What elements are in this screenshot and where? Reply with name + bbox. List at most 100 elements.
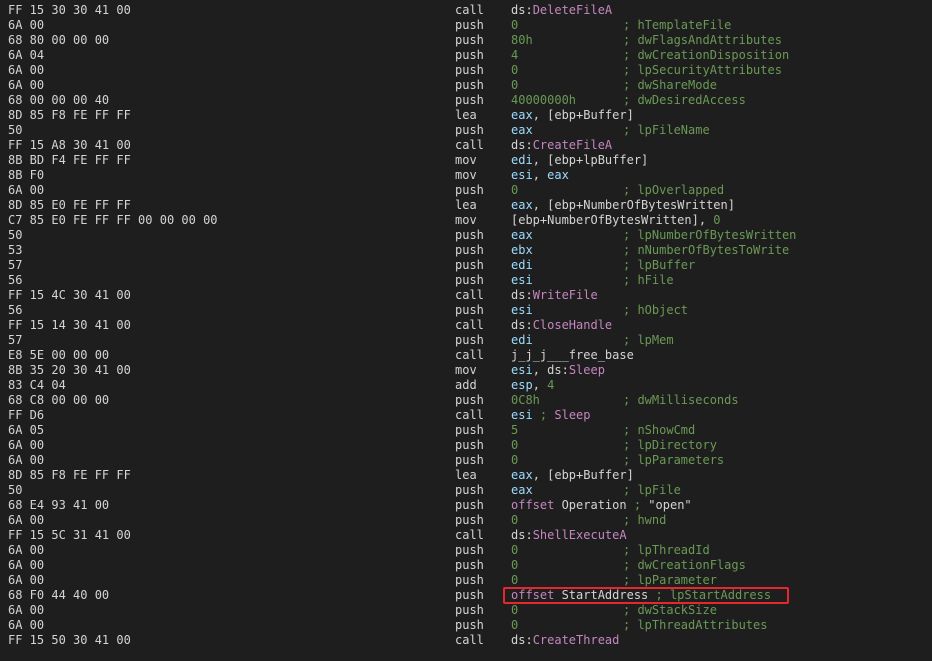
- opcode-bytes: 6A 04: [8, 48, 45, 62]
- code-line[interactable]: 6A 00 push 0 ; dwShareMode: [0, 78, 932, 93]
- instruction-operands: edi: [511, 333, 533, 348]
- code-line[interactable]: 6A 04 push 4 ; dwCreationDisposition: [0, 48, 932, 63]
- code-line[interactable]: FF 15 14 30 41 00 call ds:CloseHandle: [0, 318, 932, 333]
- code-line[interactable]: 8B 35 20 30 41 00 mov esi, ds:Sleep: [0, 363, 932, 378]
- code-line[interactable]: 50 push eax ; lpFile: [0, 483, 932, 498]
- instruction-operands: eax: [511, 483, 533, 498]
- code-line[interactable]: 50 push eax ; lpNumberOfBytesWritten: [0, 228, 932, 243]
- operand-token: ds:: [511, 528, 533, 542]
- instruction-operands: 0: [511, 453, 518, 468]
- code-line[interactable]: E8 5E 00 00 00 call j_j_j___free_base: [0, 348, 932, 363]
- code-line[interactable]: 83 C4 04 add esp, 4: [0, 378, 932, 393]
- code-line[interactable]: 6A 05 push 5 ; nShowCmd: [0, 423, 932, 438]
- instruction-comment: ; dwFlagsAndAttributes: [623, 33, 782, 47]
- code-line[interactable]: FF 15 50 30 41 00 call ds:CreateThread: [0, 633, 932, 648]
- code-line[interactable]: FF D6 call esi ; Sleep: [0, 408, 932, 423]
- operand-token: eax: [547, 168, 569, 182]
- operand-token: CreateFileA: [532, 138, 613, 152]
- operand-token: ebx: [511, 243, 533, 257]
- code-line[interactable]: 8B BD F4 FE FF FF mov edi, [ebp+lpBuffer]: [0, 153, 932, 168]
- code-line[interactable]: 68 C8 00 00 00 push 0C8h ; dwMilliseconds: [0, 393, 932, 408]
- code-line[interactable]: 8B F0 mov esi, eax: [0, 168, 932, 183]
- operand-token: [ebp+NumberOfBytesWritten],: [511, 213, 714, 227]
- code-line[interactable]: FF 15 5C 31 41 00 call ds:ShellExecuteA: [0, 528, 932, 543]
- code-line[interactable]: 6A 00 push 0 ; lpThreadId: [0, 543, 932, 558]
- instruction-operands: 4: [511, 48, 518, 63]
- operand-token: ;: [532, 408, 555, 422]
- code-line[interactable]: 6A 00 push 0 ; dwCreationFlags: [0, 558, 932, 573]
- code-line[interactable]: 68 80 00 00 00 push 80h ; dwFlagsAndAttribu…: [0, 33, 932, 48]
- instruction-mnemonic: push: [455, 618, 484, 632]
- code-line[interactable]: 57 push edi ; lpMem: [0, 333, 932, 348]
- instruction-mnemonic: push: [455, 543, 484, 557]
- instruction-mnemonic: call: [455, 288, 484, 302]
- instruction-comment: ; dwDesiredAccess: [623, 93, 746, 107]
- code-line[interactable]: 6A 00 push 0 ; lpSecurityAttributes: [0, 63, 932, 78]
- opcode-bytes: 68 F0 44 40 00: [8, 588, 110, 602]
- code-line[interactable]: 6A 00 push 0 ; lpThreadAttributes: [0, 618, 932, 633]
- operand-token: ds:: [511, 3, 533, 17]
- instruction-mnemonic: push: [455, 303, 484, 317]
- opcode-bytes: 6A 00: [8, 543, 45, 557]
- code-line[interactable]: 68 F0 44 40 00 push offset StartAddress ; …: [0, 588, 932, 603]
- operand-token: esi: [511, 273, 533, 287]
- operand-token: ds:: [511, 288, 533, 302]
- instruction-mnemonic: push: [455, 483, 484, 497]
- code-line[interactable]: 53 push ebx ; nNumberOfBytesToWrite: [0, 243, 932, 258]
- opcode-bytes: FF 15 50 30 41 00: [8, 633, 131, 647]
- instruction-mnemonic: call: [455, 318, 484, 332]
- code-line[interactable]: 8D 85 F8 FE FF FF lea eax, [ebp+Buffer]: [0, 108, 932, 123]
- code-line[interactable]: 6A 00 push 0 ; dwStackSize: [0, 603, 932, 618]
- code-line[interactable]: 6A 00 push 0 ; lpOverlapped: [0, 183, 932, 198]
- code-line[interactable]: 6A 00 push 0 ; hTemplateFile: [0, 18, 932, 33]
- opcode-bytes: 50: [8, 228, 23, 242]
- instruction-operands: [ebp+NumberOfBytesWritten], 0: [511, 213, 721, 228]
- code-line[interactable]: 6A 00 push 0 ; hwnd: [0, 513, 932, 528]
- code-line[interactable]: 68 E4 93 41 00 push offset Operation ; "op…: [0, 498, 932, 513]
- instruction-operands: 0: [511, 513, 518, 528]
- operand-token: StartAddress: [561, 588, 649, 602]
- instruction-operands: edi: [511, 258, 533, 273]
- instruction-mnemonic: push: [455, 228, 484, 242]
- instruction-operands: esi: [511, 303, 533, 318]
- code-line[interactable]: 68 00 00 00 40 push 40000000h ; dwDesiredAc…: [0, 93, 932, 108]
- code-line[interactable]: 50 push eax ; lpFileName: [0, 123, 932, 138]
- operand-token: eax: [511, 483, 533, 497]
- code-line[interactable]: C7 85 E0 FE FF FF 00 00 00 00 mov [ebp+Num…: [0, 213, 932, 228]
- instruction-operands: esp, 4: [511, 378, 554, 393]
- instruction-comment: ; hObject: [623, 303, 689, 317]
- instruction-operands: 0C8h: [511, 393, 540, 408]
- code-line[interactable]: 8D 85 F8 FE FF FF lea eax, [ebp+Buffer]: [0, 468, 932, 483]
- instruction-operands: j_j_j___free_base: [511, 348, 634, 363]
- opcode-bytes: 57: [8, 258, 23, 272]
- instruction-operands: eax, [ebp+Buffer]: [511, 468, 634, 483]
- code-line[interactable]: FF 15 A8 30 41 00 call ds:CreateFileA: [0, 138, 932, 153]
- code-line[interactable]: 6A 00 push 0 ; lpDirectory: [0, 438, 932, 453]
- operand-token: 0: [511, 618, 519, 632]
- instruction-operands: 0: [511, 543, 518, 558]
- instruction-operands: 40000000h: [511, 93, 576, 108]
- code-line[interactable]: FF 15 30 30 41 00 call ds:DeleteFileA: [0, 3, 932, 18]
- code-line[interactable]: 6A 00 push 0 ; lpParameters: [0, 453, 932, 468]
- opcode-bytes: 50: [8, 483, 23, 497]
- code-line[interactable]: 8D 85 E0 FE FF FF lea eax, [ebp+NumberOfBy…: [0, 198, 932, 213]
- opcode-bytes: 6A 00: [8, 513, 45, 527]
- code-line[interactable]: 56 push esi ; hObject: [0, 303, 932, 318]
- instruction-operands: offset StartAddress ; lpStartAddress: [511, 588, 771, 603]
- instruction-mnemonic: call: [455, 528, 484, 542]
- operand-token: 80h: [511, 33, 533, 47]
- instruction-mnemonic: push: [455, 513, 484, 527]
- code-line[interactable]: 6A 00 push 0 ; lpParameter: [0, 573, 932, 588]
- opcode-bytes: 8D 85 F8 FE FF FF: [8, 108, 131, 122]
- code-line[interactable]: FF 15 4C 30 41 00 call ds:WriteFile: [0, 288, 932, 303]
- instruction-comment: ; dwMilliseconds: [623, 393, 739, 407]
- code-line[interactable]: 56 push esi ; hFile: [0, 273, 932, 288]
- instruction-mnemonic: call: [455, 3, 484, 17]
- instruction-mnemonic: call: [455, 348, 484, 362]
- opcode-bytes: 68 80 00 00 00: [8, 33, 110, 47]
- code-line[interactable]: 57 push edi ; lpBuffer: [0, 258, 932, 273]
- instruction-operands: 0: [511, 618, 518, 633]
- operand-token: , ds:: [532, 363, 569, 377]
- instruction-comment: ; lpThreadId: [623, 543, 710, 557]
- instruction-mnemonic: call: [455, 408, 484, 422]
